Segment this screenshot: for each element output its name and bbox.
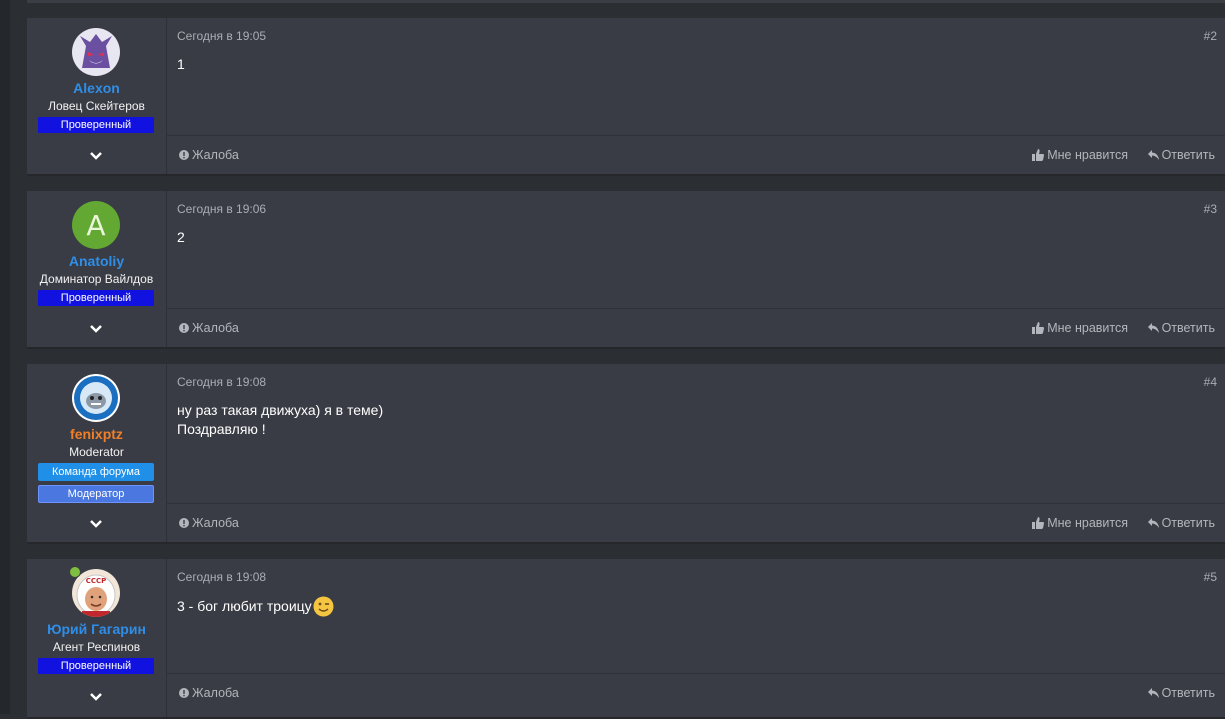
avatar-letter: A: [86, 208, 106, 242]
user-title: Moderator: [69, 445, 124, 459]
post-date[interactable]: Сегодня в 19:08: [177, 570, 266, 584]
report-button[interactable]: Жалоба: [179, 321, 239, 335]
post-footer: Жалоба Ответить: [167, 673, 1225, 712]
report-label: Жалоба: [192, 148, 239, 162]
post-content: Сегодня в 19:06 #3 2 Жалоба Мне нравится…: [167, 191, 1225, 347]
online-indicator: [69, 566, 81, 578]
like-button[interactable]: Мне нравится: [1032, 321, 1128, 335]
post: Alexon Ловец Скейтеров Проверенный Сегод…: [27, 18, 1225, 176]
reply-label: Ответить: [1161, 321, 1215, 335]
username[interactable]: Anatoliy: [27, 253, 166, 269]
thumbs-up-icon: [1032, 517, 1045, 529]
reply-icon: [1147, 323, 1159, 333]
message-line: 1: [177, 56, 185, 72]
post-user-block: A Anatoliy Доминатор Вайлдов Проверенный: [27, 191, 167, 347]
report-button[interactable]: Жалоба: [179, 516, 239, 530]
post-date[interactable]: Сегодня в 19:08: [177, 375, 266, 389]
like-label: Мне нравится: [1047, 516, 1128, 530]
like-label: Мне нравится: [1047, 321, 1128, 335]
post: fenixptz Moderator Команда форума Модера…: [27, 364, 1225, 544]
reply-button[interactable]: Ответить: [1147, 516, 1215, 530]
verified-badge: Проверенный: [38, 290, 154, 306]
info-icon: [179, 150, 189, 160]
post-date[interactable]: Сегодня в 19:06: [177, 202, 266, 216]
moderator-badge: Модератор: [38, 485, 154, 503]
post-footer: Жалоба Мне нравится Ответить: [167, 135, 1225, 174]
report-label: Жалоба: [192, 516, 239, 530]
post-number[interactable]: #3: [1204, 202, 1217, 216]
post-content: Сегодня в 19:08 #4 ну раз такая движуха)…: [167, 364, 1225, 542]
like-button[interactable]: Мне нравится: [1032, 148, 1128, 162]
chevron-down-icon[interactable]: [89, 324, 103, 334]
like-button[interactable]: Мне нравится: [1032, 516, 1128, 530]
post-content: Сегодня в 19:08 #5 3 - бог любит троицу …: [167, 559, 1225, 717]
reply-icon: [1147, 150, 1159, 160]
reply-icon: [1147, 518, 1159, 528]
reply-button[interactable]: Ответить: [1147, 148, 1215, 162]
like-label: Мне нравится: [1047, 148, 1128, 162]
post: A Anatoliy Доминатор Вайлдов Проверенный…: [27, 191, 1225, 349]
message-line: ну раз такая движуха) я в теме): [177, 402, 384, 418]
post-message: 2: [177, 228, 185, 247]
info-icon: [179, 688, 189, 698]
chevron-down-icon[interactable]: [89, 151, 103, 161]
post-number[interactable]: #5: [1204, 570, 1217, 584]
post-footer: Жалоба Мне нравится Ответить: [167, 503, 1225, 542]
post-number[interactable]: #2: [1204, 29, 1217, 43]
avatar[interactable]: [72, 374, 120, 422]
report-button[interactable]: Жалоба: [179, 686, 239, 700]
username[interactable]: Юрий Гагарин: [27, 621, 166, 637]
avatar[interactable]: [72, 28, 120, 76]
reply-label: Ответить: [1161, 686, 1215, 700]
post-number[interactable]: #4: [1204, 375, 1217, 389]
user-title: Доминатор Вайлдов: [39, 272, 154, 286]
user-title: Агент Респинов: [52, 640, 141, 654]
post-user-block: fenixptz Moderator Команда форума Модера…: [27, 364, 167, 542]
post-user-block: Alexon Ловец Скейтеров Проверенный: [27, 18, 167, 174]
previous-post-edge: [27, 0, 1225, 3]
reply-label: Ответить: [1161, 148, 1215, 162]
verified-badge: Проверенный: [38, 117, 154, 133]
message-line: 3 - бог любит троицу: [177, 598, 312, 614]
reply-icon: [1147, 688, 1159, 698]
report-label: Жалоба: [192, 321, 239, 335]
post-user-block: CCCP Юрий Гагарин Агент Респинов Провере…: [27, 559, 167, 717]
report-label: Жалоба: [192, 686, 239, 700]
avatar[interactable]: A: [72, 201, 120, 249]
verified-badge: Проверенный: [38, 658, 154, 674]
post-message: ну раз такая движуха) я в теме) Поздравл…: [177, 401, 383, 439]
user-title: Ловец Скейтеров: [48, 99, 145, 113]
post-message: 3 - бог любит троицу: [177, 596, 334, 617]
thumbs-up-icon: [1032, 322, 1045, 334]
post: CCCP Юрий Гагарин Агент Респинов Провере…: [27, 559, 1225, 719]
info-icon: [179, 518, 189, 528]
reply-label: Ответить: [1161, 516, 1215, 530]
wink-emoji-icon: [313, 596, 334, 617]
chevron-down-icon[interactable]: [89, 692, 103, 702]
thumbs-up-icon: [1032, 149, 1045, 161]
report-button[interactable]: Жалоба: [179, 148, 239, 162]
post-date[interactable]: Сегодня в 19:05: [177, 29, 266, 43]
post-content: Сегодня в 19:05 #2 1 Жалоба Мне нравится…: [167, 18, 1225, 174]
left-rail: [0, 0, 10, 714]
message-line: Поздравляю !: [177, 421, 266, 437]
reply-button[interactable]: Ответить: [1147, 686, 1215, 700]
reply-button[interactable]: Ответить: [1147, 321, 1215, 335]
message-line-wrap: 3 - бог любит троицу: [177, 596, 334, 617]
team-badge: Команда форума: [38, 463, 154, 481]
username[interactable]: Alexon: [27, 80, 166, 96]
username[interactable]: fenixptz: [27, 426, 166, 442]
chevron-down-icon[interactable]: [89, 519, 103, 529]
post-message: 1: [177, 55, 185, 74]
info-icon: [179, 323, 189, 333]
svg-text:CCCP: CCCP: [86, 577, 107, 585]
post-footer: Жалоба Мне нравится Ответить: [167, 308, 1225, 347]
message-line: 2: [177, 229, 185, 245]
